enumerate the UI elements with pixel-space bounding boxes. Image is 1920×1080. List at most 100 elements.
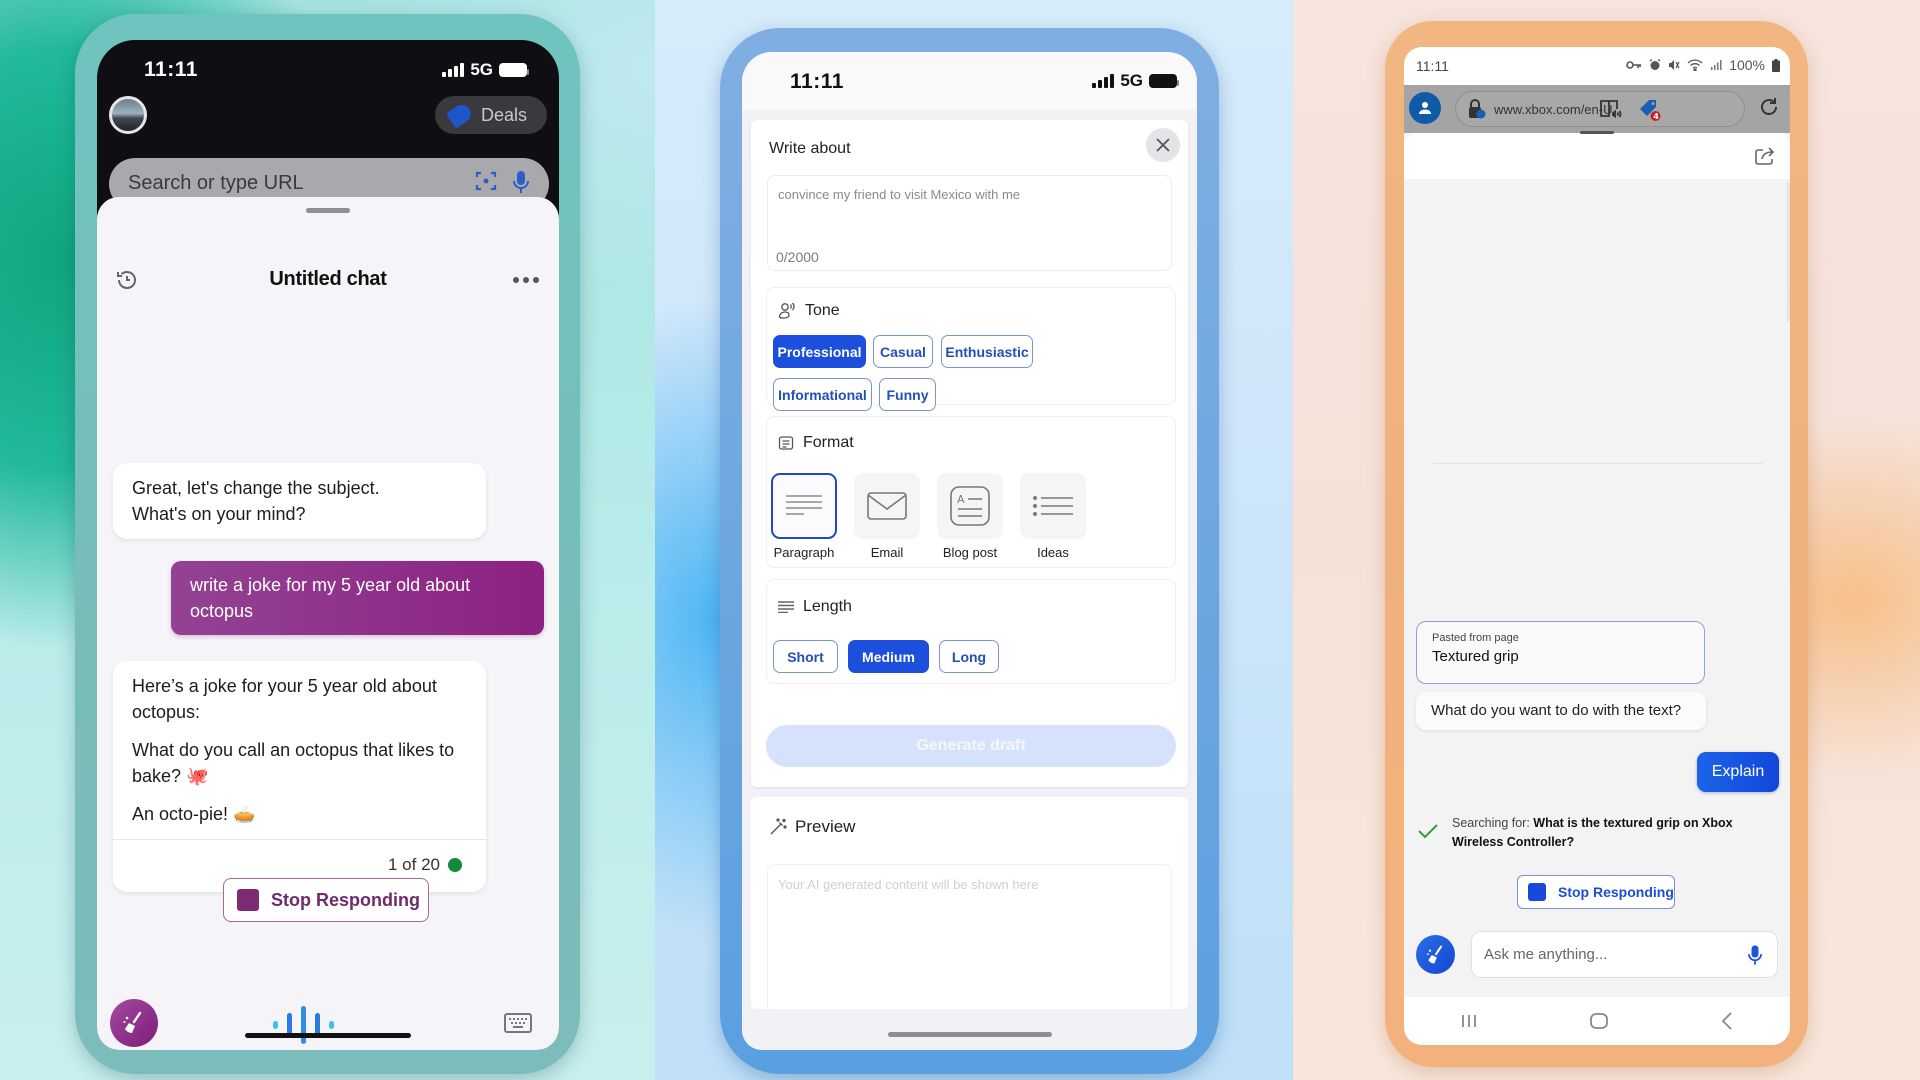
microphone-icon [1748, 945, 1762, 965]
close-button[interactable] [1146, 128, 1180, 162]
new-topic-broom-button[interactable] [1416, 935, 1455, 974]
write-about-placeholder: convince my friend to visit Mexico with … [778, 187, 1021, 202]
visual-search-icon[interactable] [475, 170, 497, 198]
share-icon [1755, 147, 1775, 165]
copilot-chat-sheet: Untitled chat Great, let's change the su… [97, 197, 559, 1050]
format-option-label: Paragraph [773, 545, 835, 560]
tone-chip-professional[interactable]: Professional [773, 335, 866, 368]
url-text: www.xbox.com/en-U [1494, 102, 1613, 117]
tone-section: Tone Professional Casual Enthusiastic In… [766, 287, 1176, 411]
wifi-icon [1687, 59, 1703, 71]
email-icon [867, 492, 907, 520]
cell-signal-icon [1711, 60, 1722, 70]
home-icon[interactable] [1590, 1013, 1608, 1029]
drag-handle[interactable] [1580, 131, 1614, 134]
lock-icon [1469, 99, 1486, 119]
coupon-badge-count: 4 [1653, 112, 1659, 121]
battery-icon [499, 63, 529, 77]
new-topic-broom-button[interactable] [110, 999, 158, 1047]
voice-input-icon[interactable] [273, 1005, 334, 1045]
coupon-tag-icon: 4 [1640, 100, 1661, 121]
battery-percent: 100% [1729, 57, 1765, 73]
user-message: write a joke for my 5 year old about oct… [171, 561, 544, 635]
recent-apps-icon[interactable] [1461, 1013, 1477, 1029]
pasted-value: Textured grip [1432, 648, 1519, 665]
format-option-blog-post[interactable]: A Blog post [937, 473, 1003, 560]
write-about-label: Write about [769, 140, 851, 157]
android-nav-bar [1404, 997, 1790, 1045]
ask-input[interactable]: Ask me anything... [1471, 931, 1778, 978]
length-chip-medium[interactable]: Medium [848, 640, 929, 673]
checkmark-icon [1418, 824, 1438, 839]
status-time: 11:11 [1416, 58, 1449, 74]
microphone-icon[interactable] [513, 170, 529, 200]
back-icon[interactable] [1721, 1012, 1733, 1030]
format-section: Format Paragraph Email A Blog post Ideas [766, 416, 1176, 568]
searching-prefix: Searching for: [1452, 816, 1534, 830]
status-time: 11:11 [790, 70, 844, 93]
phone-screen-middle: 11:11 5G Write about convince my friend … [742, 52, 1197, 1050]
format-option-paragraph[interactable]: Paragraph [771, 473, 837, 560]
stop-label: Stop Responding [271, 889, 420, 910]
message-paragraph: What do you call an octopus that likes t… [132, 740, 455, 786]
chat-title: Untitled chat [269, 268, 387, 290]
generate-draft-button[interactable]: Generate draft [766, 725, 1176, 767]
stop-responding-button[interactable]: Stop Responding [223, 878, 429, 922]
compose-card: Write about convince my friend to visit … [751, 120, 1188, 787]
status-bar: 11:11 5G [97, 40, 559, 100]
length-section: Length Short Medium Long [766, 579, 1176, 684]
address-bar[interactable]: www.xbox.com/en-U 4 [1455, 91, 1745, 127]
home-indicator [245, 1033, 411, 1038]
status-dot-icon [448, 858, 462, 872]
length-chip-long[interactable]: Long [939, 640, 999, 673]
battery-icon [1772, 58, 1780, 72]
length-chip-short[interactable]: Short [773, 640, 838, 673]
keyboard-icon[interactable] [504, 1013, 532, 1033]
stop-responding-button[interactable]: Stop Responding [1517, 875, 1675, 909]
drag-handle[interactable] [306, 208, 350, 213]
preview-placeholder: Your AI generated content will be shown … [778, 877, 1039, 892]
bottom-area [742, 1010, 1197, 1050]
write-about-input[interactable]: convince my friend to visit Mexico with … [767, 175, 1172, 271]
network-label: 5G [470, 60, 493, 79]
length-icon [778, 601, 794, 613]
mute-icon [1669, 60, 1680, 70]
tag-icon [445, 101, 475, 129]
battery-icon [1149, 74, 1179, 88]
search-placeholder: Search or type URL [128, 172, 304, 194]
format-option-email[interactable]: Email [854, 473, 920, 560]
ask-placeholder: Ask me anything... [1484, 946, 1608, 963]
stop-icon [1528, 883, 1546, 901]
tone-chip-enthusiastic[interactable]: Enthusiastic [941, 335, 1033, 368]
message-paragraph: Here’s a joke for your 5 year old about … [132, 676, 437, 722]
message-paragraph: An octo-pie! 🥧 [132, 804, 256, 824]
status-bar: 11:11 100% [1404, 47, 1790, 85]
deals-button[interactable]: Deals [435, 96, 547, 134]
tone-chip-casual[interactable]: Casual [873, 335, 933, 368]
format-option-ideas[interactable]: Ideas [1020, 473, 1086, 560]
assistant-message: Here’s a joke for your 5 year old about … [113, 661, 486, 892]
profile-avatar[interactable] [109, 96, 147, 134]
scrollbar[interactable] [1787, 182, 1790, 322]
pasted-label: Pasted from page [1432, 632, 1519, 644]
more-options-icon[interactable] [513, 277, 539, 283]
preview-card: Preview Your AI generated content will b… [751, 797, 1188, 1014]
format-label: Format [803, 434, 854, 451]
preview-output: Your AI generated content will be shown … [767, 864, 1172, 1014]
turn-counter: 1 of 20 [388, 855, 440, 874]
profile-button[interactable] [1409, 92, 1441, 124]
tone-chip-informational[interactable]: Informational [773, 378, 872, 411]
network-label: 5G [1120, 71, 1143, 90]
tone-chip-funny[interactable]: Funny [879, 378, 936, 411]
pasted-text-card: Pasted from page Textured grip [1416, 621, 1705, 684]
deals-label: Deals [481, 104, 528, 125]
stop-icon [237, 889, 259, 911]
assistant-message: What do you want to do with the text? [1416, 692, 1706, 730]
assistant-message: Great, let's change the subject. What's … [113, 463, 486, 539]
read-aloud-icon [1600, 100, 1622, 119]
divider [1433, 463, 1763, 464]
preview-label: Preview [795, 817, 856, 836]
magic-wand-icon [770, 818, 787, 835]
phone-screen-right: 11:11 100% www.xbox.com/en-U 4 Pasted fr… [1404, 47, 1790, 1045]
home-indicator [887, 1032, 1052, 1037]
